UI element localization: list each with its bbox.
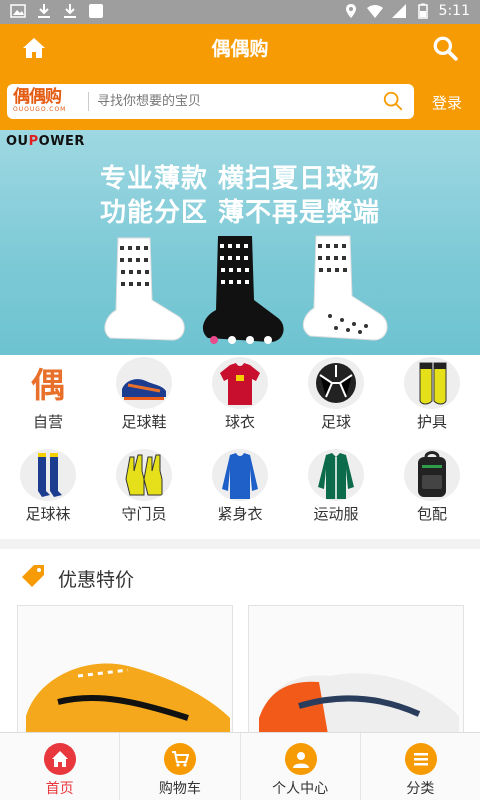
- banner-slogan-1: 专业薄款 横扫夏日球场: [99, 164, 381, 194]
- carousel-dot[interactable]: [210, 336, 218, 344]
- logo-text: 偶偶购: [13, 87, 62, 107]
- product-image: [26, 663, 230, 740]
- socks-illustration: [104, 235, 388, 342]
- category-label: 自营: [32, 413, 63, 431]
- promo-banner[interactable]: OUPOWER 专业薄款 横扫夏日球场 功能分区 薄不再是弊端: [0, 130, 480, 355]
- home-icon: [44, 743, 76, 775]
- tab-label: 分类: [406, 781, 435, 797]
- signal-icon: [391, 4, 406, 18]
- category-soccer-shoes[interactable]: 足球鞋: [96, 355, 192, 447]
- category-label: 足球鞋: [121, 413, 167, 431]
- category-soccer-socks[interactable]: 足球袜: [0, 447, 96, 539]
- carousel-dot[interactable]: [246, 336, 254, 344]
- category-label: 足球: [320, 413, 351, 431]
- status-bar: 5:11: [0, 0, 480, 24]
- search-icon[interactable]: [382, 90, 404, 112]
- svg-text:偶: 偶: [31, 366, 65, 406]
- category-compression-wear[interactable]: 紧身衣: [192, 447, 288, 539]
- banner-slogan-2: 功能分区 薄不再是弊端: [99, 198, 381, 228]
- category-label: 足球袜: [25, 505, 71, 523]
- tab-categories[interactable]: 分类: [361, 733, 480, 800]
- soccer-shoe-icon: [116, 357, 172, 409]
- category-label: 运动服: [313, 505, 359, 523]
- ou-logo-icon: 偶: [20, 357, 76, 409]
- bottom-tab-bar: 首页 购物车 个人中心 分类: [0, 732, 480, 800]
- category-label: 守门员: [121, 505, 167, 523]
- shin-guard-icon: [404, 357, 460, 409]
- category-label: 护具: [416, 413, 447, 431]
- category-jersey[interactable]: 球衣: [192, 355, 288, 447]
- search-box[interactable]: 偶偶购 OUOUGO.COM: [7, 84, 414, 119]
- banner-brand: OUPOWER: [6, 134, 85, 149]
- notification-square-icon: [89, 4, 103, 18]
- category-label: 紧身衣: [217, 505, 263, 523]
- search-input[interactable]: [97, 90, 377, 112]
- app-bar: 偶偶购: [0, 24, 480, 72]
- tab-label: 购物车: [158, 781, 201, 797]
- backpack-icon: [404, 449, 460, 501]
- category-goalkeeper[interactable]: 守门员: [96, 447, 192, 539]
- user-icon: [284, 743, 317, 775]
- product-card[interactable]: [248, 605, 464, 745]
- login-button[interactable]: 登录: [432, 92, 462, 113]
- tab-profile[interactable]: 个人中心: [241, 733, 361, 800]
- tab-home[interactable]: 首页: [0, 733, 121, 800]
- site-logo: 偶偶购 OUOUGO.COM: [13, 88, 85, 115]
- carousel-indicator[interactable]: [210, 336, 272, 344]
- clock: 5:11: [438, 3, 470, 19]
- category-bags-accessories[interactable]: 包配: [384, 447, 480, 539]
- category-sportswear[interactable]: 运动服: [288, 447, 384, 539]
- deals-section: 优惠特价: [0, 549, 480, 745]
- product-card[interactable]: [17, 605, 233, 745]
- soccer-ball-icon: [308, 357, 364, 409]
- search-divider: [88, 92, 89, 111]
- logo-subtext: OUOUGO.COM: [13, 106, 67, 113]
- goalkeeper-gloves-icon: [116, 449, 172, 501]
- search-row: 偶偶购 OUOUGO.COM 登录: [0, 72, 480, 130]
- product-image: [259, 673, 459, 740]
- battery-icon: [417, 3, 428, 19]
- category-soccer-ball[interactable]: 足球: [288, 355, 384, 447]
- category-label: 包配: [416, 505, 447, 523]
- wifi-icon: [366, 5, 383, 18]
- jersey-icon: [212, 357, 268, 409]
- cart-icon: [164, 743, 197, 775]
- gallery-icon: [10, 4, 26, 18]
- category-self-operated[interactable]: 偶 自营: [0, 355, 96, 447]
- tab-label: 首页: [45, 781, 74, 797]
- section-title: 优惠特价: [58, 569, 135, 591]
- tracksuit-icon: [308, 449, 364, 501]
- download-icon: [64, 4, 76, 18]
- category-grid: 偶 自营 足球鞋 球衣 足球 护具 足球袜 守门员 紧身衣 运动服 包配: [0, 355, 480, 539]
- tab-cart[interactable]: 购物车: [120, 733, 241, 800]
- page-title: 偶偶购: [211, 38, 269, 60]
- compression-shirt-icon: [212, 449, 268, 501]
- price-tag-icon: [22, 565, 44, 587]
- menu-icon: [404, 743, 437, 775]
- carousel-dot[interactable]: [264, 336, 272, 344]
- download-icon: [38, 4, 50, 18]
- tab-label: 个人中心: [272, 781, 329, 797]
- location-icon: [345, 4, 356, 18]
- carousel-dot[interactable]: [228, 336, 236, 344]
- search-icon[interactable]: [432, 35, 458, 61]
- category-label: 球衣: [224, 413, 255, 431]
- soccer-socks-icon: [20, 449, 76, 501]
- category-protective-gear[interactable]: 护具: [384, 355, 480, 447]
